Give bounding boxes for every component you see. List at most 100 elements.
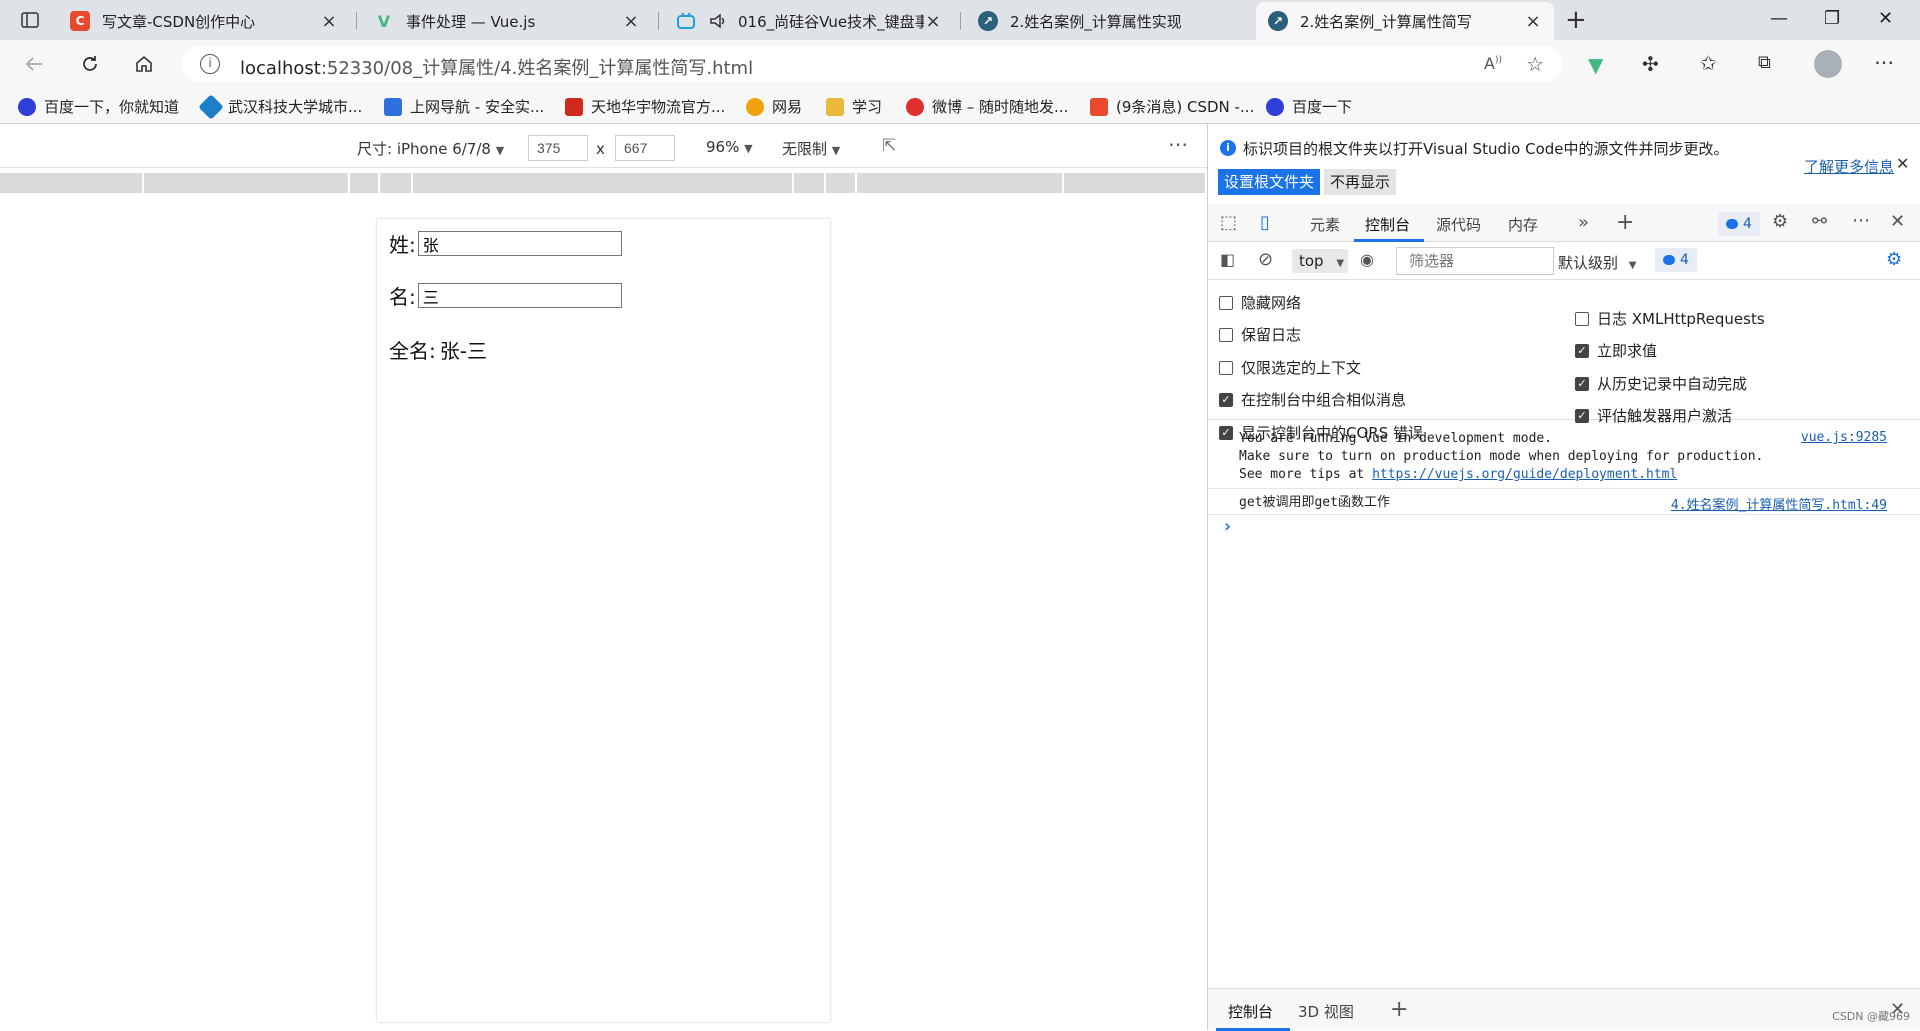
device-viewport: 姓: 名: 全名: 张-三 xyxy=(377,219,830,1022)
more-tabs-icon[interactable]: » xyxy=(1578,212,1589,233)
option-group-similar[interactable]: ✓ 在控制台中组合相似消息 xyxy=(1219,389,1406,410)
bookmark-csdn[interactable]: (9条消息) CSDN -... xyxy=(1090,96,1254,117)
last-name-input[interactable] xyxy=(417,231,622,256)
tab-console[interactable]: 控制台 xyxy=(1365,214,1410,235)
set-root-folder-button[interactable]: 设置根文件夹 xyxy=(1218,169,1321,195)
tab-vue-events[interactable]: V 事件处理 — Vue.js × xyxy=(362,2,652,40)
tab-name-computed-short[interactable]: ↗ 2.姓名案例_计算属性简写 × xyxy=(1256,2,1554,40)
checkbox[interactable] xyxy=(1575,311,1589,326)
back-icon[interactable] xyxy=(20,50,48,78)
console-settings-icon[interactable]: ⚙ xyxy=(1886,249,1902,270)
speaker-icon[interactable] xyxy=(708,11,728,31)
dont-show-again-button[interactable]: 不再显示 xyxy=(1324,169,1397,195)
checkbox-checked[interactable]: ✓ xyxy=(1219,392,1233,407)
device-toggle-icon[interactable]: ▯ xyxy=(1260,212,1270,233)
console-prompt[interactable]: › xyxy=(1222,518,1233,536)
vue-deployment-link[interactable]: https://vuejs.org/guide/deployment.html xyxy=(1372,467,1677,482)
drawer-tab-console[interactable]: 控制台 xyxy=(1228,1001,1273,1022)
close-icon[interactable]: × xyxy=(1524,11,1542,32)
first-name-input[interactable] xyxy=(417,283,622,308)
option-preserve-log[interactable]: 保留日志 xyxy=(1219,324,1301,345)
refresh-icon[interactable] xyxy=(76,50,104,78)
media-query-ruler[interactable] xyxy=(0,173,1205,193)
source-link-vue[interactable]: vue.js:9285 xyxy=(1801,430,1887,445)
tab-sources[interactable]: 源代码 xyxy=(1436,214,1481,235)
connect-icon[interactable]: ⚯ xyxy=(1812,211,1827,232)
bookmark-folder-study[interactable]: 学习 xyxy=(826,96,882,117)
learn-more-link[interactable]: 了解更多信息 xyxy=(1804,156,1894,177)
tab-memory[interactable]: 内存 xyxy=(1508,214,1538,235)
option-autocomplete-history[interactable]: ✓ 从历史记录中自动完成 xyxy=(1575,373,1747,394)
more-options-icon[interactable]: ⋯ xyxy=(1168,132,1188,156)
bookmark-wust[interactable]: 武汉科技大学城市... xyxy=(198,93,362,120)
checkbox[interactable] xyxy=(1219,327,1233,342)
close-devtools-icon[interactable]: ✕ xyxy=(1890,211,1905,232)
option-log-xhr[interactable]: 日志 XMLHttpRequests xyxy=(1575,308,1765,329)
tab-csdn-write[interactable]: C 写文章-CSDN创作中心 × xyxy=(58,2,350,40)
issues-badge-2[interactable]: 4 xyxy=(1655,248,1697,272)
add-tab-icon[interactable]: + xyxy=(1616,210,1634,235)
tab-actions-icon[interactable] xyxy=(16,8,44,32)
more-icon[interactable]: ⋯ xyxy=(1852,210,1870,231)
option-user-activation[interactable]: ✓ 评估触发器用户激活 xyxy=(1575,405,1732,426)
log-level-select[interactable]: 默认级别 ▼ xyxy=(1558,252,1637,273)
bookmark-baidu[interactable]: 百度一下，你就知道 xyxy=(18,96,179,117)
checkbox[interactable] xyxy=(1219,295,1233,310)
device-size-select[interactable]: 尺寸: iPhone 6/7/8 ▼ xyxy=(357,138,504,159)
rotate-icon[interactable]: ⇱ xyxy=(882,136,896,156)
inspect-icon[interactable]: ⬚ xyxy=(1220,212,1237,233)
drawer-tab-3d-view[interactable]: 3D 视图 xyxy=(1298,1001,1354,1022)
home-icon[interactable] xyxy=(130,50,158,78)
close-icon[interactable]: × xyxy=(622,11,640,32)
tab-bilibili[interactable]: 016_尚硅谷Vue技术_键盘事 × xyxy=(664,2,954,40)
throttle-select[interactable]: 无限制 ▼ xyxy=(782,138,840,159)
close-icon[interactable]: × xyxy=(924,11,942,32)
bookmark-nav[interactable]: 上网导航 - 安全实... xyxy=(384,96,544,117)
url-text[interactable]: localhost:52330/08_计算属性/4.姓名案例_计算属性简写.ht… xyxy=(240,54,753,80)
bookmark-baidu-2[interactable]: 百度一下 xyxy=(1266,96,1352,117)
issues-badge[interactable]: 4 xyxy=(1718,212,1760,236)
clear-console-icon[interactable]: ⊘ xyxy=(1258,249,1273,270)
settings-icon[interactable]: ⚙ xyxy=(1772,211,1788,232)
checkbox-checked[interactable]: ✓ xyxy=(1575,343,1589,358)
device-height-input[interactable] xyxy=(615,135,675,161)
collections-icon[interactable]: ⧉ xyxy=(1758,52,1771,73)
info-text: 标识项目的根文件夹以打开Visual Studio Code中的源文件并同步更改… xyxy=(1243,140,1729,158)
vue-devtools-icon[interactable]: ▼ xyxy=(1588,53,1603,77)
tab-elements[interactable]: 元素 xyxy=(1310,214,1340,235)
favorite-add-icon[interactable]: ☆ xyxy=(1526,52,1544,76)
zoom-select[interactable]: 96% ▼ xyxy=(706,138,753,156)
address-bar[interactable]: i localhost:52330/08_计算属性/4.姓名案例_计算属性简写.… xyxy=(182,46,1562,82)
checkbox[interactable] xyxy=(1219,360,1233,375)
checkbox-checked[interactable]: ✓ xyxy=(1575,376,1589,391)
filter-input[interactable] xyxy=(1396,247,1554,275)
close-icon[interactable]: × xyxy=(320,11,338,32)
checkbox-checked[interactable]: ✓ xyxy=(1219,425,1233,440)
device-toolbar: 尺寸: iPhone 6/7/8 ▼ x 96% ▼ 无限制 ▼ ⇱ ⋯ xyxy=(0,124,1207,168)
option-hide-network[interactable]: 隐藏网络 xyxy=(1219,292,1301,313)
option-eager-eval[interactable]: ✓ 立即求值 xyxy=(1575,340,1657,361)
bookmark-tiandi[interactable]: 天地华宇物流官方... xyxy=(565,96,725,117)
window-close-icon[interactable]: ✕ xyxy=(1878,8,1893,29)
profile-avatar[interactable] xyxy=(1814,50,1842,78)
extensions-icon[interactable]: ✣ xyxy=(1642,52,1659,76)
restore-icon[interactable]: ❐ xyxy=(1824,8,1840,29)
add-drawer-tab-icon[interactable]: + xyxy=(1390,997,1408,1022)
checkbox-checked[interactable]: ✓ xyxy=(1575,408,1589,423)
more-icon[interactable]: ⋯ xyxy=(1874,50,1894,74)
source-link-html[interactable]: 4.姓名案例_计算属性简写.html:49 xyxy=(1671,494,1887,513)
favorites-icon[interactable]: ✩ xyxy=(1700,51,1717,75)
new-tab-icon[interactable]: + xyxy=(1565,7,1587,33)
bookmark-163[interactable]: 网易 xyxy=(746,96,802,117)
minimize-icon[interactable]: — xyxy=(1770,8,1788,29)
close-icon[interactable]: ✕ xyxy=(1896,154,1909,173)
live-expression-icon[interactable]: ◉ xyxy=(1360,250,1374,269)
context-select[interactable]: top ▼ xyxy=(1292,249,1348,273)
info-icon[interactable]: i xyxy=(200,54,220,74)
device-width-input[interactable] xyxy=(528,135,588,161)
option-selected-context[interactable]: 仅限选定的上下文 xyxy=(1219,357,1361,378)
tab-name-computed-impl[interactable]: ↗ 2.姓名案例_计算属性实现 xyxy=(966,2,1256,40)
read-aloud-icon[interactable]: A)) xyxy=(1484,54,1502,73)
bookmark-weibo[interactable]: 微博 – 随时随地发... xyxy=(906,96,1068,117)
sidebar-toggle-icon[interactable]: ◧ xyxy=(1220,250,1235,269)
